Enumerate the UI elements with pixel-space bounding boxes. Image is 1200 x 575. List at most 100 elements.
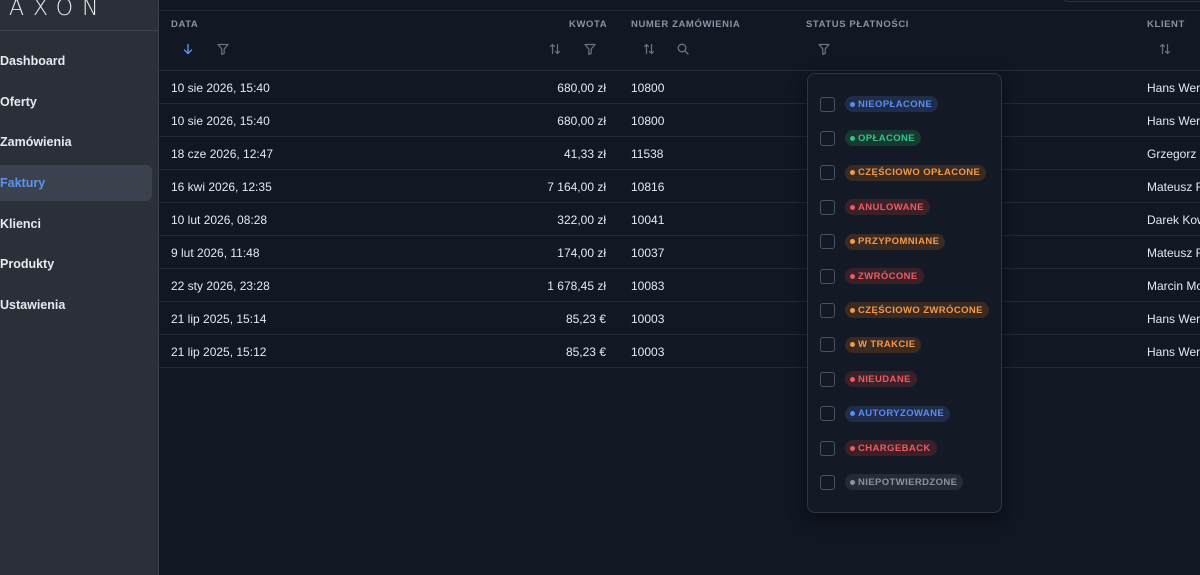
header-search-box[interactable] [1063, 0, 1200, 2]
status-checkbox[interactable] [820, 165, 835, 181]
cell-client: Grzegorz [1147, 147, 1197, 161]
table-row[interactable]: 10 sie 2026, 15:40 680,00 zł 10800 Hans Wer… [159, 71, 1200, 104]
cell-client: Hans Werr [1147, 312, 1200, 326]
status-checkbox[interactable] [820, 440, 835, 456]
status-checkbox[interactable] [820, 406, 835, 422]
status-option[interactable]: ZWRÓCONE [820, 266, 924, 286]
cell-amount: 1 678,45 zł [547, 279, 606, 293]
table-row[interactable]: 22 sty 2026, 23:28 1 678,45 zł 10083 Marcin… [159, 269, 1200, 302]
status-label: CZĘŚCIOWO OPŁACONE [858, 167, 981, 179]
status-dot-icon [850, 239, 855, 245]
status-badge: CZĘŚCIOWO OPŁACONE [845, 164, 987, 181]
cell-client: Marcin Mc [1147, 279, 1200, 293]
column-header-date[interactable]: DATA [171, 19, 198, 30]
status-option[interactable]: NIEOPŁACONE [820, 94, 939, 114]
search-icon[interactable] [676, 42, 690, 56]
sidebar-item-oferty[interactable]: Oferty [0, 84, 152, 120]
filter-icon[interactable] [583, 42, 597, 56]
status-label: CZĘŚCIOWO ZWRÓCONE [858, 304, 983, 316]
status-option[interactable]: AUTORYZOWANE [820, 404, 951, 424]
sidebar-item-ustawienia[interactable]: Ustawienia [0, 287, 152, 323]
cell-date: 10 sie 2026, 15:40 [171, 114, 270, 128]
sort-desc-icon[interactable] [181, 42, 195, 56]
table-row[interactable]: 21 lip 2025, 15:12 85,23 € 10003 Hans Werr [159, 335, 1200, 368]
sidebar-item-produkty[interactable]: Produkty [0, 246, 152, 282]
table-row[interactable]: 21 lip 2025, 15:14 85,23 € 10003 Hans Werr [159, 302, 1200, 335]
cell-amount: 85,23 € [565, 312, 606, 326]
status-option[interactable]: OPŁACONE [820, 128, 922, 148]
cell-amount: 680,00 zł [557, 114, 606, 128]
table-row[interactable]: 18 cze 2026, 12:47 41,33 zł 11538 Grzegorz [159, 137, 1200, 170]
payment-status-filter-dropdown: NIEOPŁACONE OPŁACONE CZĘŚCIOWO OPŁACONE ANU… [807, 73, 1002, 513]
column-header-payment-status[interactable]: STATUS PŁATNOŚCI [806, 19, 909, 30]
sidebar-item-zamówienia[interactable]: Zamówienia [0, 124, 152, 160]
cell-client: Mateusz F [1147, 180, 1200, 194]
status-badge: OPŁACONE [845, 130, 922, 147]
cell-client: Hans Werr [1147, 114, 1200, 128]
sort-icon[interactable] [1158, 42, 1172, 56]
cell-amount: 7 164,00 zł [547, 180, 606, 194]
status-label: CHARGEBACK [858, 442, 931, 454]
status-dot-icon [850, 135, 855, 141]
status-badge: NIEOPŁACONE [845, 96, 939, 112]
status-badge: W TRAKCIE [845, 336, 922, 353]
cell-amount: 680,00 zł [557, 81, 606, 95]
cell-client: Darek Kow [1147, 213, 1200, 227]
sidebar-item-dashboard[interactable]: Dashboard [0, 43, 152, 79]
status-checkbox[interactable] [820, 337, 835, 353]
column-header-client[interactable]: KLIENT [1147, 19, 1185, 30]
status-checkbox[interactable] [820, 474, 835, 490]
cell-date: 21 lip 2025, 15:12 [171, 345, 267, 359]
status-checkbox[interactable] [820, 371, 835, 387]
status-checkbox[interactable] [820, 130, 835, 146]
table-row[interactable]: 10 sie 2026, 15:40 680,00 zł 10800 Hans Wer… [159, 104, 1200, 137]
status-checkbox[interactable] [820, 302, 835, 318]
status-label: ANULOWANE [858, 201, 924, 213]
sort-icon[interactable] [642, 42, 656, 56]
column-header-amount[interactable]: KWOTA [569, 19, 607, 30]
sidebar-divider [0, 30, 158, 31]
cell-date: 10 lut 2026, 08:28 [171, 213, 268, 227]
app-logo[interactable]: AXON [9, 0, 108, 21]
status-option[interactable]: W TRAKCIE [820, 335, 922, 355]
status-option[interactable]: CZĘŚCIOWO ZWRÓCONE [820, 300, 989, 320]
cell-client: Hans Werr [1147, 345, 1200, 359]
cell-date: 18 cze 2026, 12:47 [171, 147, 274, 161]
table-row[interactable]: 9 lut 2026, 11:48 174,00 zł 10037 Mateusz F [159, 236, 1200, 269]
status-option[interactable]: CZĘŚCIOWO OPŁACONE [820, 163, 987, 183]
cell-client: Hans Werr [1147, 81, 1200, 95]
status-option[interactable]: NIEUDANE [820, 369, 917, 389]
status-dot-icon [850, 170, 855, 176]
status-option[interactable]: ANULOWANE [820, 197, 930, 217]
status-checkbox[interactable] [820, 96, 835, 112]
status-label: ZWRÓCONE [858, 270, 918, 282]
status-checkbox[interactable] [820, 199, 835, 215]
status-option[interactable]: PRZYPOMNIANE [820, 232, 946, 252]
table-row[interactable]: 10 lut 2026, 08:28 322,00 zł 10041 Darek Ko… [159, 203, 1200, 236]
status-label: OPŁACONE [858, 132, 916, 144]
status-label: NIEOPŁACONE [858, 98, 933, 110]
cell-order-number: 10041 [631, 213, 665, 227]
status-label: NIEUDANE [858, 373, 911, 385]
status-dot-icon [850, 411, 855, 417]
filter-icon[interactable] [216, 42, 230, 56]
status-dot-icon [850, 376, 855, 382]
cell-order-number: 11538 [631, 147, 664, 161]
table-row[interactable]: 16 kwi 2026, 12:35 7 164,00 zł 10816 Mateus… [159, 170, 1200, 203]
cell-amount: 41,33 zł [563, 147, 606, 161]
sidebar-item-faktury[interactable]: Faktury [0, 165, 152, 202]
status-option[interactable]: NIEPOTWIERDZONE [820, 472, 964, 492]
sort-icon[interactable] [548, 42, 562, 56]
filter-icon[interactable] [817, 42, 831, 56]
cell-amount: 85,23 € [565, 345, 606, 359]
cell-date: 10 sie 2026, 15:40 [171, 81, 270, 95]
status-label: W TRAKCIE [858, 339, 916, 351]
column-header-order-number[interactable]: NUMER ZAMÓWIENIA [631, 19, 740, 30]
sidebar-item-klienci[interactable]: Klienci [0, 206, 152, 242]
status-checkbox[interactable] [820, 234, 835, 250]
status-checkbox[interactable] [820, 268, 835, 284]
status-badge: CHARGEBACK [845, 440, 937, 456]
status-option[interactable]: CHARGEBACK [820, 438, 937, 458]
invoices-table: DATA KWOTA NUMER ZAMÓWIENIA STATUS PŁATN… [159, 11, 1200, 368]
cell-order-number: 10800 [631, 114, 665, 128]
